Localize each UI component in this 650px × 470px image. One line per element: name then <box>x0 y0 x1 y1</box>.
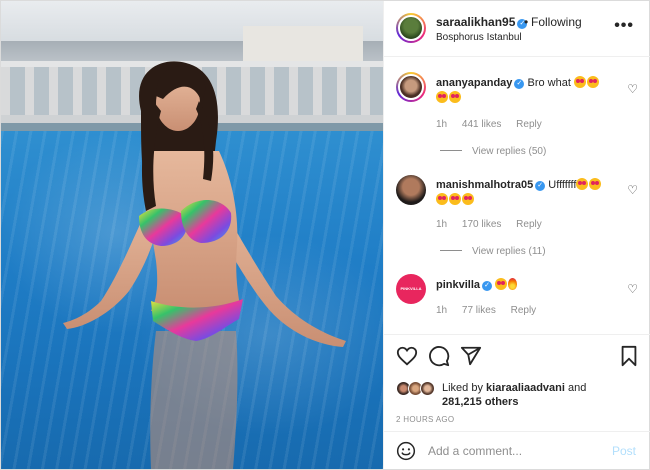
comment-likes[interactable]: 77 likes <box>462 305 496 316</box>
commenter-username[interactable]: ananyapanday <box>436 77 512 89</box>
comment-meta: 1h 441 likes Reply <box>436 119 554 130</box>
view-replies-button[interactable]: View replies (11) <box>440 246 546 257</box>
comment-like-heart-icon[interactable]: ♡ <box>627 282 638 296</box>
heart-eyes-emoji-icon <box>573 76 586 88</box>
liker-avatar[interactable] <box>420 381 435 396</box>
comment-text: ananyapanday ✓ Bro what <box>436 76 621 106</box>
post-side-panel: saraalikhan95 ✓ • Following Bosphorus Ist… <box>383 1 650 469</box>
post-timestamp[interactable]: 2 HOURS AGO <box>396 415 454 424</box>
reply-button[interactable]: Reply <box>516 219 542 230</box>
comments-list: ananyapanday ✓ Bro what 1h 441 likes Repl… <box>384 58 650 333</box>
post-actions: Liked by kiaraaliaadvani and 281,215 oth… <box>384 334 650 424</box>
verified-badge-icon: ✓ <box>535 181 546 191</box>
comment-likes[interactable]: 170 likes <box>462 219 501 230</box>
heart-eyes-emoji-icon <box>462 193 474 205</box>
liked-by-text: Liked by kiaraaliaadvani and 281,215 oth… <box>442 382 587 408</box>
more-options-icon[interactable]: ••• <box>614 17 634 35</box>
heart-eyes-emoji-icon <box>586 76 599 88</box>
post-location[interactable]: Bosphorus Istanbul <box>436 32 522 43</box>
add-comment-bar: Add a comment... Post <box>384 431 650 469</box>
header-separator: • <box>524 15 529 29</box>
liked-by-user[interactable]: kiaraaliaadvani <box>486 382 565 394</box>
fire-emoji-icon <box>508 278 518 290</box>
heart-eyes-emoji-icon <box>436 91 448 103</box>
comment-like-heart-icon[interactable]: ♡ <box>627 82 638 96</box>
reply-button[interactable]: Reply <box>516 119 542 130</box>
comment-meta: 1h 170 likes Reply <box>436 219 554 230</box>
comment-meta: 1h 77 likes Reply <box>436 305 548 316</box>
comment-time: 1h <box>436 219 448 230</box>
replies-line <box>440 250 462 251</box>
comment-time: 1h <box>436 305 448 316</box>
comment-body: Ufffffff <box>548 179 577 191</box>
comment-input[interactable]: Add a comment... <box>428 444 522 458</box>
reply-button[interactable]: Reply <box>511 305 537 316</box>
liker-avatars <box>396 381 440 397</box>
view-replies-button[interactable]: View replies (50) <box>440 146 546 157</box>
comment-time: 1h <box>436 119 448 130</box>
post-header: saraalikhan95 ✓ • Following Bosphorus Ist… <box>384 1 650 57</box>
heart-icon[interactable] <box>396 345 418 367</box>
smile-icon[interactable] <box>396 441 416 461</box>
commenter-username[interactable]: pinkvilla <box>436 279 480 291</box>
post-photo[interactable] <box>1 1 383 469</box>
replies-line <box>440 150 462 151</box>
heart-eyes-emoji-icon <box>589 178 602 190</box>
share-icon[interactable] <box>460 345 482 367</box>
heart-eyes-emoji-icon <box>495 278 508 290</box>
heart-eyes-emoji-icon <box>436 193 448 205</box>
commenter-avatar[interactable] <box>396 72 426 102</box>
instagram-post: saraalikhan95 ✓ • Following Bosphorus Ist… <box>0 0 650 470</box>
verified-badge-icon: ✓ <box>482 281 493 291</box>
comment-text: manishmalhotra05 ✓ Ufffffff <box>436 178 621 208</box>
author-username[interactable]: saraalikhan95 ✓ <box>436 15 528 29</box>
commenter-avatar[interactable] <box>396 175 426 205</box>
comment-icon[interactable] <box>428 345 450 367</box>
commenter-username[interactable]: manishmalhotra05 <box>436 179 533 191</box>
verified-badge-icon: ✓ <box>514 79 525 89</box>
comment-body: Bro what <box>527 77 571 89</box>
photo-person <box>63 61 346 469</box>
author-avatar[interactable] <box>396 13 426 43</box>
comment-likes[interactable]: 441 likes <box>462 119 501 130</box>
liked-by-others[interactable]: 281,215 others <box>442 396 518 408</box>
pinkvilla-avatar[interactable]: PINKVILLA <box>396 274 426 304</box>
comment-like-heart-icon[interactable]: ♡ <box>627 183 638 197</box>
heart-eyes-emoji-icon <box>449 91 461 103</box>
heart-eyes-emoji-icon <box>449 193 461 205</box>
following-button[interactable]: Following <box>531 15 582 29</box>
heart-eyes-emoji-icon <box>576 178 589 190</box>
bookmark-icon[interactable] <box>618 345 640 367</box>
likes-summary: Liked by kiaraaliaadvani and 281,215 oth… <box>396 379 636 409</box>
comment-text: pinkvilla ✓ <box>436 278 621 293</box>
post-button[interactable]: Post <box>612 444 636 458</box>
